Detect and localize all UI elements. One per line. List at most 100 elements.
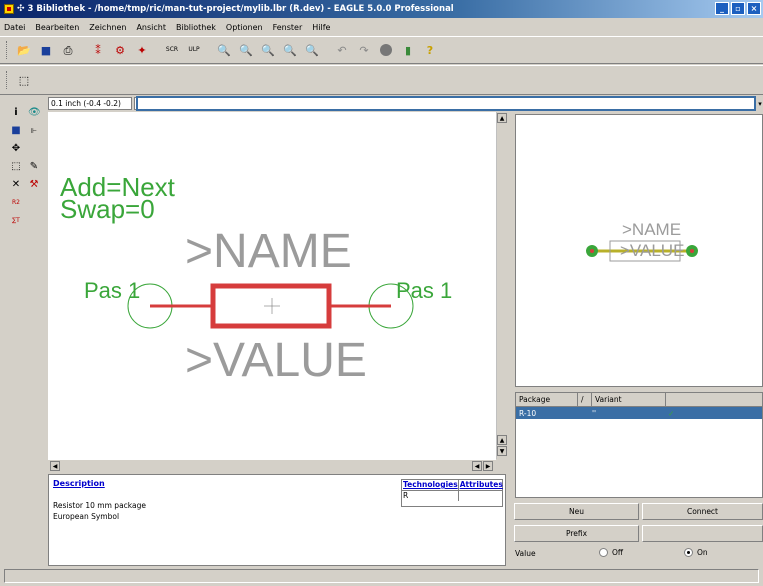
menu-bearbeiten[interactable]: Bearbeiten	[35, 23, 79, 32]
eagle-window: ✣ 3 Bibliothek - /home/tmp/ric/man-tut-p…	[0, 0, 763, 586]
menu-fenster[interactable]: Fenster	[273, 23, 303, 32]
delete-icon[interactable]: ✕	[10, 179, 22, 191]
prefix-value-field[interactable]	[642, 525, 763, 542]
menu-bar: Datei Bearbeiten Zeichnen Ansicht Biblio…	[0, 19, 763, 35]
description-text-line1: Resistor 10 mm package	[53, 501, 146, 510]
preview-pad-right-hole	[690, 249, 694, 253]
script-icon[interactable]: ⚙	[111, 41, 129, 59]
ulp2-icon[interactable]: ULP	[185, 41, 203, 59]
menu-ansicht[interactable]: Ansicht	[136, 23, 166, 32]
redo-icon[interactable]: ↷	[355, 41, 373, 59]
menu-optionen[interactable]: Optionen	[226, 23, 263, 32]
print-icon[interactable]: ⎙	[59, 41, 77, 59]
package-table: Package / Variant R-10 '' ✓	[515, 392, 763, 498]
zoom-fit-icon[interactable]: 🔍	[215, 41, 233, 59]
go-icon[interactable]: ▮	[399, 41, 417, 59]
on-label: On	[697, 548, 708, 557]
show-icon[interactable]: 👁	[28, 107, 41, 119]
variant-name: ''	[592, 408, 597, 418]
scroll-right-arrow-left[interactable]: ◀	[472, 461, 482, 471]
description-pane: Description Resistor 10 mm package Europ…	[48, 474, 506, 566]
menu-zeichnen[interactable]: Zeichnen	[89, 23, 126, 32]
scroll-up-arrow[interactable]: ▲	[497, 113, 507, 123]
technologies-link[interactable]: Technologies	[402, 480, 459, 490]
off-label: Off	[612, 548, 624, 557]
command-dropdown-arrow[interactable]: ▾	[756, 96, 763, 111]
scroll-down-arrow-upper[interactable]: ▲	[497, 435, 507, 445]
drawing-canvas[interactable]: Add=Next Swap=0 >NAME >VALUE Pas 1 Pas 1	[48, 112, 496, 460]
value-on-radio[interactable]: On	[684, 548, 708, 557]
maximize-button[interactable]: ▫	[731, 2, 745, 15]
new-button[interactable]: Neu	[514, 503, 639, 520]
menu-bibliothek[interactable]: Bibliothek	[176, 23, 216, 32]
connected-check-icon: ✓	[668, 408, 675, 418]
minimize-button[interactable]: _	[715, 2, 729, 15]
canvas-vertical-scrollbar[interactable]: ▲ ▲ ▼	[496, 112, 508, 459]
stop-icon[interactable]	[377, 41, 395, 59]
description-link[interactable]: Description	[53, 479, 105, 488]
change-icon[interactable]: ✎	[28, 161, 40, 173]
app-icon	[4, 4, 14, 14]
package-column-header[interactable]: Package	[516, 393, 578, 406]
radio-off-circle[interactable]	[599, 548, 608, 557]
zoom-select-icon[interactable]: 🔍	[303, 41, 321, 59]
toolbar-grip[interactable]	[6, 41, 9, 59]
preview-value-label: >VALUE	[620, 241, 685, 260]
window-title: 3 Bibliothek - /home/tmp/ric/man-tut-pro…	[27, 4, 454, 14]
move-icon[interactable]: ✥	[10, 143, 22, 155]
preview-name-label: >NAME	[622, 220, 682, 239]
description-text-line2: European Symbol	[53, 512, 120, 521]
radio-on-circle[interactable]	[684, 548, 693, 557]
toolbar-grip-2[interactable]	[6, 71, 9, 89]
eagle-icon: ✣	[17, 4, 25, 14]
check-column-header	[666, 393, 762, 406]
scroll-down-arrow[interactable]: ▼	[497, 446, 507, 456]
connect-button[interactable]: Connect	[642, 503, 763, 520]
zoom-in-icon[interactable]: 🔍	[237, 41, 255, 59]
package-row[interactable]: R-10 '' ✓	[516, 407, 762, 419]
package-name: R-10	[519, 408, 537, 418]
canvas-horizontal-scrollbar[interactable]: ◀ ◀ ▶	[48, 460, 496, 472]
scroll-left-arrow[interactable]: ◀	[50, 461, 60, 471]
info-icon[interactable]: i	[10, 107, 22, 119]
group-icon[interactable]: ⬚	[10, 161, 22, 173]
close-button[interactable]: ×	[747, 2, 761, 15]
scroll-right-arrow[interactable]: ▶	[483, 461, 493, 471]
mark-icon[interactable]: ⊩	[28, 125, 40, 137]
zoom-out-icon[interactable]: 🔍	[259, 41, 277, 59]
open-icon[interactable]: 📂	[15, 41, 33, 59]
zoom-redraw-icon[interactable]: 🔍	[281, 41, 299, 59]
secondary-toolbar: ⬚	[0, 65, 763, 95]
help-icon[interactable]: ?	[421, 41, 439, 59]
preview-pad-left-hole	[590, 249, 594, 253]
value-off-radio[interactable]: Off	[599, 548, 623, 557]
undo-icon[interactable]: ↶	[333, 41, 351, 59]
tool-palette: i 👁 ■ ⊩ ✥ ⬚ ✎ ✕ ⚒ R2 ∑T	[0, 96, 46, 566]
display-icon[interactable]: ■	[10, 125, 22, 137]
value-label: Value	[515, 549, 536, 558]
add-icon[interactable]: ⚒	[28, 179, 40, 191]
menu-datei[interactable]: Datei	[4, 23, 25, 32]
scr-icon[interactable]: SCR	[163, 41, 181, 59]
title-bar: ✣ 3 Bibliothek - /home/tmp/ric/man-tut-p…	[0, 0, 763, 18]
resistor-symbol[interactable]	[48, 112, 496, 460]
layer-settings-icon[interactable]: ⬚	[15, 71, 33, 89]
save-icon[interactable]: ■	[37, 41, 55, 59]
technology-icon[interactable]: ∑T	[10, 215, 22, 227]
attributes-link[interactable]: Attributes	[459, 480, 503, 490]
cam-icon[interactable]: ⁑	[89, 41, 107, 59]
prefix-button[interactable]: Prefix	[514, 525, 639, 542]
sort-indicator[interactable]: /	[578, 393, 592, 406]
status-bar	[4, 569, 759, 583]
technology-value: R	[402, 491, 459, 501]
main-toolbar: 📂 ■ ⎙ ⁑ ⚙ ✦ SCR ULP 🔍 🔍 🔍 🔍 🔍 ↶ ↷ ▮ ?	[0, 36, 763, 64]
technologies-table: Technologies Attributes R	[401, 479, 503, 507]
ulp-icon[interactable]: ✦	[133, 41, 151, 59]
pane-splitter[interactable]	[508, 112, 514, 567]
command-row: 0.1 inch (-0.4 -0.2) ▾	[48, 96, 763, 111]
package-preview: >NAME >VALUE	[515, 114, 763, 387]
name-icon[interactable]: R2	[10, 197, 22, 209]
variant-column-header[interactable]: Variant	[592, 393, 666, 406]
menu-hilfe[interactable]: Hilfe	[312, 23, 330, 32]
command-line-input[interactable]	[136, 96, 756, 111]
